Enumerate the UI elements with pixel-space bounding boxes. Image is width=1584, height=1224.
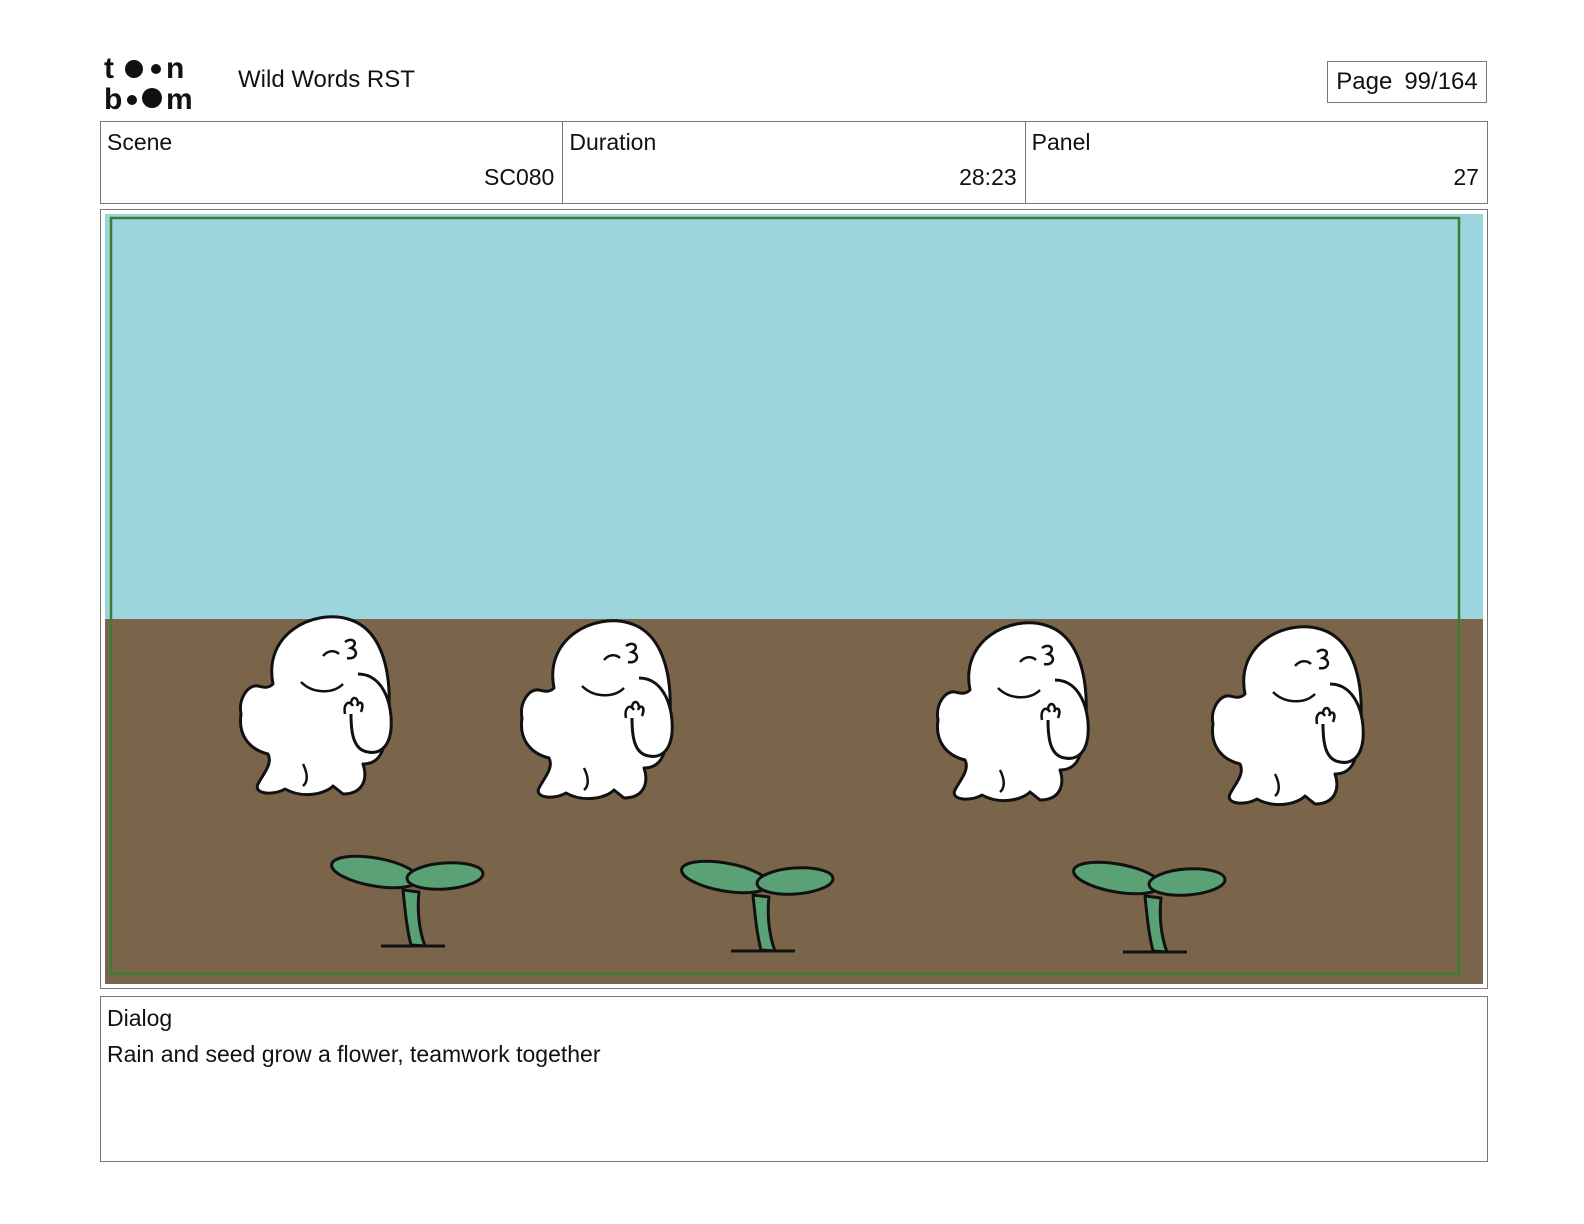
panel-label: Panel [1031, 129, 1091, 155]
dialog-box: Dialog Rain and seed grow a flower, team… [100, 996, 1488, 1162]
svg-text:m: m [166, 83, 193, 112]
panel-info-table: Scene SC080 Duration 28:23 Panel 27 [100, 121, 1488, 204]
duration-cell: Duration 28:23 [563, 122, 1026, 203]
scene-label: Scene [107, 129, 173, 155]
dialog-text: Rain and seed grow a flower, teamwork to… [107, 1041, 601, 1067]
scene-value: SC080 [484, 164, 555, 190]
document-title: Wild Words RST [238, 66, 415, 93]
panel-cell: Panel 27 [1026, 122, 1487, 203]
page-label: Page [1336, 68, 1393, 95]
page-number: 99/164 [1404, 68, 1478, 95]
svg-text:n: n [166, 52, 184, 85]
scene-cell: Scene SC080 [101, 122, 564, 203]
panel-value: 27 [1453, 164, 1479, 190]
page-indicator: Page 99/164 [1327, 61, 1487, 103]
dialog-label: Dialog [107, 1005, 173, 1031]
panel-drawing [105, 214, 1483, 984]
sky [105, 214, 1483, 619]
duration-label: Duration [569, 129, 657, 155]
toon-boom-logo: t n b m [104, 52, 216, 116]
svg-text:b: b [104, 83, 122, 112]
svg-text:t: t [104, 52, 114, 85]
duration-value: 28:23 [959, 164, 1017, 190]
storyboard-panel [100, 209, 1488, 989]
